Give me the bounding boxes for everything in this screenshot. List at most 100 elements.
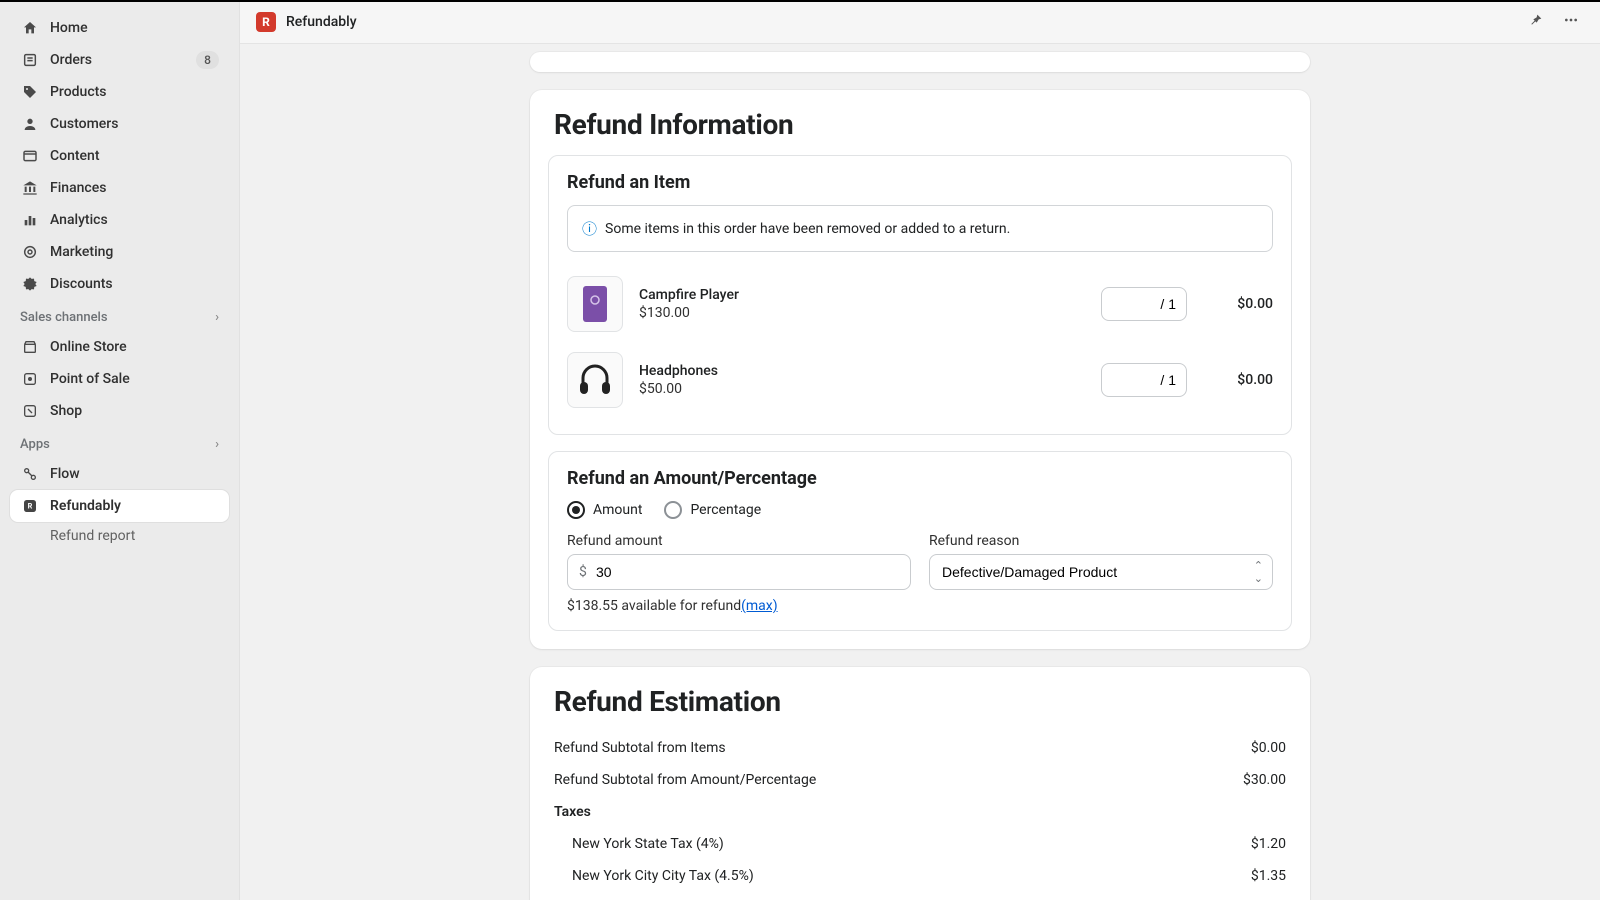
est-row-tax: New York City City Tax (4.5%) $1.35 [554,860,1286,892]
nav-finances[interactable]: Finances [10,172,229,204]
refund-information-card: Refund Information Refund an Item ⓘ Some… [530,90,1310,649]
person-icon [20,114,40,134]
shop-icon [20,401,40,421]
app-title: Refundably [286,14,357,30]
item-line-total: $0.00 [1203,372,1273,388]
app-icon: R [256,12,276,32]
item-price: $130.00 [639,305,1085,321]
nav-label: Discounts [50,276,219,292]
svg-text:R: R [28,502,33,511]
nav-label: Customers [50,116,219,132]
refund-item-title: Refund an Item [567,172,1273,193]
refund-amount-input[interactable] [567,554,911,590]
radio-percentage[interactable]: Percentage [664,501,761,519]
sales-channels-header[interactable]: Sales channels › [10,300,229,331]
nav-marketing[interactable]: Marketing [10,236,229,268]
item-qty-input[interactable] [1101,287,1187,321]
discount-icon [20,274,40,294]
nav-refundably[interactable]: R Refundably [10,490,229,522]
tag-icon [20,82,40,102]
nav-flow[interactable]: Flow [10,458,229,490]
nav-orders[interactable]: Orders 8 [10,44,229,76]
pos-icon [20,369,40,389]
nav-label: Flow [50,466,219,482]
chevron-right-icon: › [215,310,219,325]
nav-label: Home [50,20,219,36]
radio-label: Amount [593,502,642,518]
nav-label: Orders [50,52,196,68]
info-banner: ⓘ Some items in this order have been rem… [567,205,1273,252]
est-row-subtotal-amount: Refund Subtotal from Amount/Percentage $… [554,764,1286,796]
orders-icon [20,50,40,70]
main-area: R Refundably Refund Information Refund a… [240,0,1600,900]
radio-label: Percentage [690,502,761,518]
est-row-tax: Metropolitan Commuter Transportation Dis… [554,892,1286,900]
item-thumbnail [567,352,623,408]
radio-icon [567,501,585,519]
radio-amount[interactable]: Amount [567,501,642,519]
info-icon: ⓘ [582,218,597,239]
taxes-header: Taxes [554,796,1286,828]
refundably-icon: R [20,496,40,516]
item-name: Campfire Player [639,287,1085,303]
card-top-cut [530,52,1310,72]
nav-label: Online Store [50,339,219,355]
nav-discounts[interactable]: Discounts [10,268,229,300]
sidebar: Home Orders 8 Products Customers Content… [0,0,240,900]
nav-products[interactable]: Products [10,76,229,108]
refund-info-title: Refund Information [554,108,1286,141]
nav-pos[interactable]: Point of Sale [10,363,229,395]
nav-label: Refundably [50,498,219,514]
item-row: Campfire Player $130.00 $0.00 [567,266,1273,342]
item-row: Headphones $50.00 $0.00 [567,342,1273,418]
bank-icon [20,178,40,198]
nav-customers[interactable]: Customers [10,108,229,140]
nav-label: Content [50,148,219,164]
nav-label: Finances [50,180,219,196]
currency-prefix: $ [579,564,587,580]
helper-available: $138.55 available for refund [567,598,741,614]
sales-channels-label: Sales channels [20,310,108,325]
refund-amount-panel: Refund an Amount/Percentage Amount Perce… [548,451,1292,631]
est-row-subtotal-items: Refund Subtotal from Items $0.00 [554,732,1286,764]
refund-amount-label: Refund amount [567,533,911,549]
nav-content[interactable]: Content [10,140,229,172]
apps-label: Apps [20,437,50,452]
topbar: R Refundably [240,0,1600,44]
nav-analytics[interactable]: Analytics [10,204,229,236]
radio-icon [664,501,682,519]
item-thumbnail [567,276,623,332]
max-link[interactable]: (max) [741,598,778,614]
item-price: $50.00 [639,381,1085,397]
chevron-right-icon: › [215,437,219,452]
content-scroll[interactable]: Refund Information Refund an Item ⓘ Some… [240,44,1600,900]
bars-icon [20,210,40,230]
nav-label: Refund report [50,528,219,544]
nav-shop[interactable]: Shop [10,395,229,427]
orders-badge: 8 [196,51,219,69]
nav-label: Marketing [50,244,219,260]
flow-icon [20,464,40,484]
target-icon [20,242,40,262]
store-icon [20,337,40,357]
est-row-tax: New York State Tax (4%) $1.20 [554,828,1286,860]
nav-home[interactable]: Home [10,12,229,44]
more-icon[interactable] [1558,8,1584,36]
nav-online-store[interactable]: Online Store [10,331,229,363]
refund-reason-select[interactable]: Defective/Damaged Product [929,554,1273,590]
nav-label: Shop [50,403,219,419]
refund-reason-label: Refund reason [929,533,1273,549]
refund-est-title: Refund Estimation [554,685,1286,718]
home-icon [20,18,40,38]
info-banner-text: Some items in this order have been remov… [605,221,1010,237]
nav-label: Analytics [50,212,219,228]
refund-amount-title: Refund an Amount/Percentage [567,468,1273,489]
item-name: Headphones [639,363,1085,379]
refund-estimation-card: Refund Estimation Refund Subtotal from I… [530,667,1310,900]
item-qty-input[interactable] [1101,363,1187,397]
nav-label: Products [50,84,219,100]
apps-header[interactable]: Apps › [10,427,229,458]
item-line-total: $0.00 [1203,296,1273,312]
pin-icon[interactable] [1524,8,1548,36]
nav-refund-report[interactable]: Refund report [10,522,229,550]
